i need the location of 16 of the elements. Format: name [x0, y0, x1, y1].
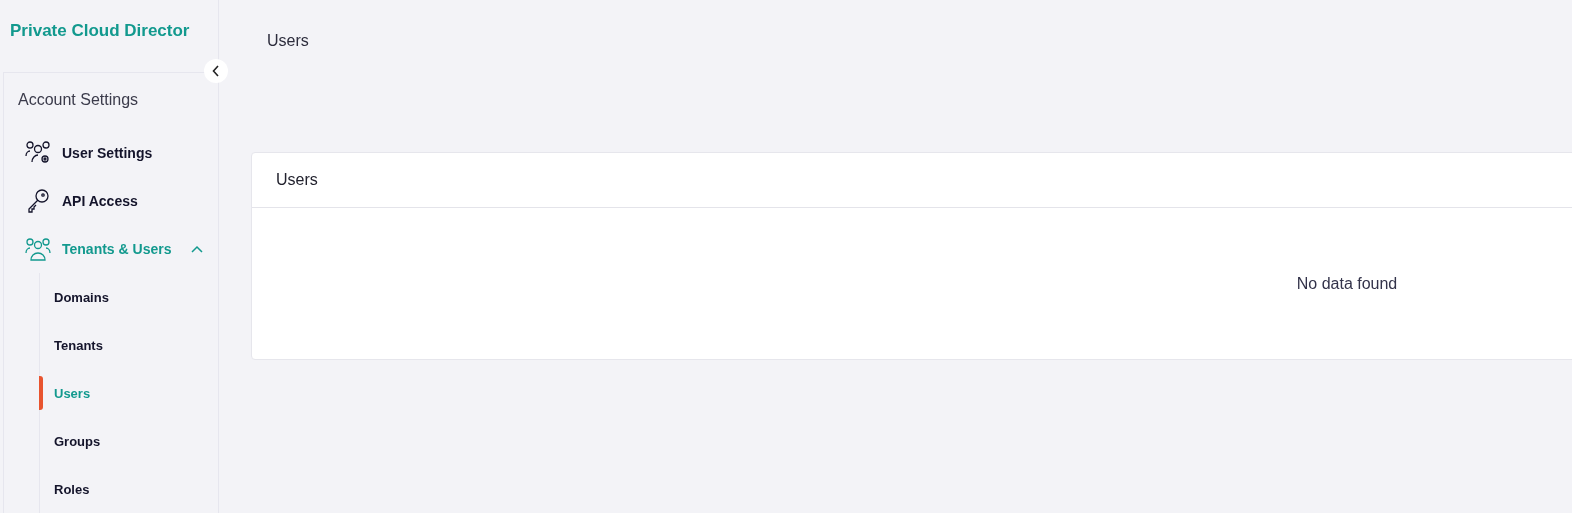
sidebar-subitem[interactable]: Tenants	[40, 321, 218, 369]
card-title: Users	[276, 171, 318, 189]
sidebar-item[interactable]: API Access	[4, 177, 218, 225]
users-gear-icon	[24, 140, 52, 166]
active-indicator	[39, 376, 43, 410]
sidebar-subitem[interactable]: Groups	[40, 417, 218, 465]
sidebar-subitem[interactable]: Roles	[40, 465, 218, 513]
chevron-left-icon	[212, 65, 220, 77]
empty-message: No data found	[1296, 274, 1398, 293]
sidebar-subitem[interactable]: Domains	[40, 273, 218, 321]
users-icon	[24, 236, 52, 262]
brand-name: Private Cloud Director	[10, 21, 190, 41]
section-title: Account Settings	[17, 91, 140, 109]
page-title: Users	[267, 32, 309, 50]
collapse-button[interactable]	[204, 59, 228, 83]
sidebar-item[interactable]: User Settings	[4, 129, 218, 177]
